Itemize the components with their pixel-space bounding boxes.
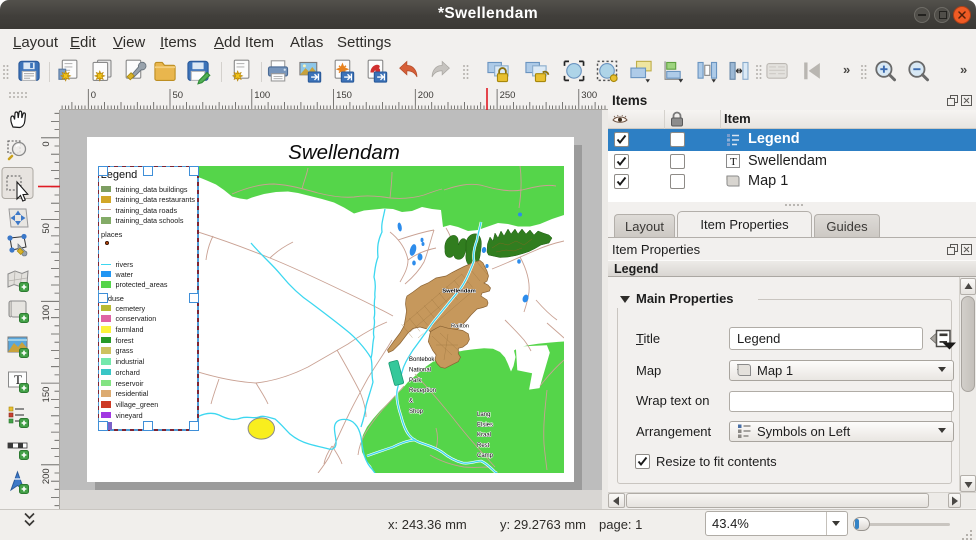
svg-text:200: 200 — [41, 468, 52, 484]
svg-text:Kraal: Kraal — [477, 433, 491, 439]
svg-text:100: 100 — [254, 90, 270, 101]
svg-text:Rest: Rest — [477, 443, 490, 449]
svg-text:150: 150 — [41, 387, 52, 403]
svg-text:National: National — [409, 367, 431, 373]
svg-text:Bontebok: Bontebok — [409, 357, 435, 363]
svg-text:200: 200 — [418, 90, 434, 101]
svg-text:»: » — [843, 62, 850, 77]
svg-text:0: 0 — [91, 90, 96, 101]
svg-text:T: T — [730, 156, 737, 168]
svg-text:50: 50 — [41, 223, 52, 234]
svg-text:150: 150 — [336, 90, 352, 101]
svg-text:Lang: Lang — [477, 412, 490, 418]
svg-text:Shop: Shop — [409, 409, 424, 415]
svg-text:Reception: Reception — [409, 388, 436, 394]
svg-text:Elsies: Elsies — [477, 422, 493, 428]
svg-text:50: 50 — [173, 90, 184, 101]
svg-text:&: & — [409, 399, 413, 405]
svg-text:Park: Park — [409, 378, 422, 384]
svg-text:250: 250 — [500, 90, 516, 101]
svg-text:100: 100 — [41, 305, 52, 321]
svg-text:Camp: Camp — [477, 453, 494, 459]
svg-text:Swellendam: Swellendam — [442, 289, 476, 295]
svg-text:300: 300 — [581, 90, 597, 101]
svg-text:0: 0 — [41, 141, 52, 146]
svg-text:Railton: Railton — [451, 324, 469, 330]
svg-text:»: » — [960, 62, 967, 77]
